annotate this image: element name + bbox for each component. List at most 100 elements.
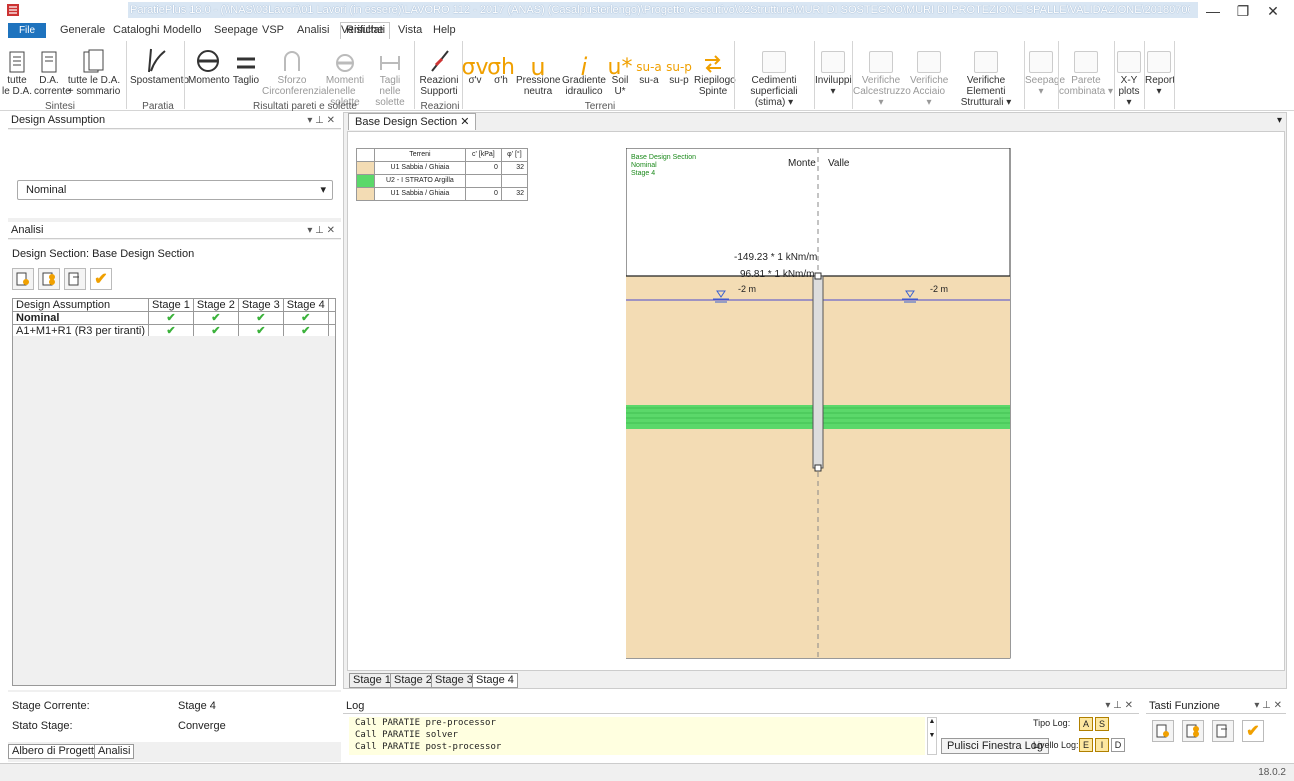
cedimenti-button[interactable]: Cedimenti superficiali (stima) ▾	[736, 43, 812, 108]
tab-stage-2[interactable]: Stage 2	[390, 673, 436, 688]
log-output[interactable]: Call PARATIE pre-processor Call PARATIE …	[349, 717, 925, 755]
menu-risultati[interactable]: Risultati	[346, 24, 385, 36]
run-all-icon[interactable]	[38, 268, 60, 290]
soil-legend: Terreni c' [kPa] φ' [°] U1 Sabbia / Ghiaia…	[356, 148, 529, 201]
menu-cataloghi[interactable]: Cataloghi	[113, 24, 159, 36]
check-icon[interactable]: ✔	[90, 268, 112, 290]
row-name: Nominal	[12, 311, 149, 325]
verifiche-elementi-button[interactable]: Verifiche Elementi Strutturali ▾	[950, 43, 1022, 108]
verifiche-acciaio-button[interactable]: Verifiche Acciaio ▾	[910, 43, 948, 108]
legend-header: φ' [°]	[500, 148, 529, 162]
tab-albero-progetto[interactable]: Albero di Progetto	[8, 744, 105, 759]
sigma-h-button[interactable]: σh σ'h	[487, 43, 515, 87]
livello-e-button[interactable]: E	[1079, 738, 1093, 752]
tutte-da-sommario-button[interactable]: tutte le D.A. + sommario	[66, 43, 122, 97]
minimize-button[interactable]: —	[1198, 2, 1228, 20]
verifiche-cls-button[interactable]: Verifiche Calcestruzzo ▾	[853, 43, 911, 108]
chevron-down-icon[interactable]: ▾	[1277, 115, 1282, 126]
sigma-v-button[interactable]: σv σ'v	[462, 43, 489, 87]
livello-i-button[interactable]: I	[1095, 738, 1109, 752]
check-icon[interactable]: ✔	[1242, 720, 1264, 742]
stage-info: Stage Corrente: Stage 4 Stato Stage: Con…	[8, 692, 341, 742]
panel-pin-close-icon[interactable]: ▾ ⊥ ✕	[307, 222, 335, 239]
menu-file[interactable]: File	[8, 23, 46, 38]
menu-help[interactable]: Help	[433, 24, 456, 36]
tagli-solette-button[interactable]: Tagli nelle solette	[370, 43, 410, 108]
tipo-log-a-button[interactable]: A	[1079, 717, 1093, 731]
reazioni-supporti-button[interactable]: Reazioni Supporti	[418, 43, 460, 97]
group-reazioni: Reazioni	[420, 101, 460, 112]
menu-seepage[interactable]: Seepage	[214, 24, 258, 36]
momento-button[interactable]: Momento	[188, 43, 230, 86]
water-level-left: -2 m	[738, 284, 756, 294]
livello-d-button[interactable]: D	[1111, 738, 1125, 752]
su-a-button[interactable]: su-a su-a	[636, 43, 662, 86]
ribbon: tutte le D.A. D.A. corrente tutte le D.A…	[0, 39, 1294, 112]
table-row[interactable]: Nominal ✔ ✔ ✔ ✔	[12, 311, 337, 325]
da-corrente-button[interactable]: D.A. corrente	[34, 43, 71, 97]
gradiente-idraulico-button[interactable]: i Gradiente idraulico	[562, 43, 606, 97]
moment-label-top: -149.23 * 1 kNm/m	[734, 252, 818, 263]
log-title: Log ▾ ⊥ ✕	[343, 698, 1139, 714]
legend-name: U2 - I STRATO Argilla	[374, 174, 466, 188]
design-assumption-select[interactable]: Nominal ▾	[17, 180, 333, 200]
seepage-button[interactable]: Seepage ▾	[1025, 43, 1065, 97]
run-all-icon[interactable]	[1182, 720, 1204, 742]
legend-header: Terreni	[374, 148, 466, 162]
function-keys-panel: Tasti Funzione ▾ ⊥ ✕ ✔	[1146, 698, 1286, 748]
legend-c: 0	[464, 187, 502, 201]
analisi-panel-title: Analisi ▾ ⊥ ✕	[8, 222, 341, 239]
soil-u-button[interactable]: u* Soil U*	[608, 43, 633, 98]
report-button[interactable]: Report ▾	[1145, 43, 1175, 97]
menu-vsp[interactable]: VSP	[262, 24, 284, 36]
menu-modello[interactable]: Modello	[163, 24, 202, 36]
app-icon[interactable]	[6, 3, 20, 17]
version-label: 18.0.2	[1258, 767, 1286, 778]
menu-generale[interactable]: Generale	[60, 24, 105, 36]
section-canvas[interactable]: Terreni c' [kPa] φ' [°] U1 Sabbia / Ghiaia…	[347, 131, 1285, 671]
menu-vista[interactable]: Vista	[398, 24, 422, 36]
su-p-button[interactable]: su-p su-p	[666, 43, 692, 86]
panel-pin-close-icon[interactable]: ▾ ⊥ ✕	[1105, 698, 1133, 714]
stage-corrente-label: Stage Corrente:	[12, 700, 90, 712]
close-button[interactable]: ✕	[1258, 2, 1288, 20]
run-analysis-icon[interactable]	[12, 268, 34, 290]
group-terreni: Terreni	[584, 101, 616, 112]
panel-pin-close-icon[interactable]: ▾ ⊥ ✕	[307, 112, 335, 129]
tab-stage-3[interactable]: Stage 3	[431, 673, 477, 688]
legend-name: U1 Sabbia / Ghiaia	[374, 161, 466, 175]
legend-phi: 32	[500, 161, 529, 175]
table-header: Design Assumption Stage 1 Stage 2 Stage …	[12, 298, 337, 312]
sforzo-circonferenziale-button[interactable]: Sforzo Circonferenziale	[262, 43, 334, 97]
spostamento-button[interactable]: Spostamento	[130, 43, 189, 86]
restore-button[interactable]: ❐	[1228, 2, 1258, 20]
tab-stage-1[interactable]: Stage 1	[349, 673, 395, 688]
taglio-button[interactable]: Taglio	[230, 43, 262, 86]
inviluppi-button[interactable]: Inviluppi ▾	[815, 43, 852, 97]
document-tab[interactable]: Base Design Section ✕	[348, 113, 477, 130]
tutte-da-button[interactable]: tutte le D.A.	[2, 43, 32, 97]
menu-analisi[interactable]: Analisi	[297, 24, 329, 36]
momenti-solette-button[interactable]: Momenti nelle solette	[322, 43, 368, 108]
separator	[126, 41, 127, 109]
pressione-neutra-button[interactable]: u Pressione neutra	[516, 43, 560, 97]
design-section-label: Design Section: Base Design Section	[12, 248, 195, 260]
stage-corrente-value: Stage 4	[178, 700, 216, 712]
parete-combinata-button[interactable]: Parete combinata ▾	[1059, 43, 1113, 97]
separator	[414, 41, 415, 109]
tab-analisi[interactable]: Analisi	[94, 744, 135, 759]
panel-pin-close-icon[interactable]: ▾ ⊥ ✕	[1254, 698, 1282, 714]
close-icon[interactable]: ✕	[460, 116, 469, 128]
tipo-log-s-button[interactable]: S	[1095, 717, 1109, 731]
run-analysis-icon[interactable]	[1152, 720, 1174, 742]
window-title: ParatiePlus 18.0 - (\\NAS\03Lavori\01 La…	[130, 4, 1190, 16]
log-panel: Log ▾ ⊥ ✕ Call PARATIE pre-processor Cal…	[343, 698, 1139, 760]
riepilogo-spinte-button[interactable]: Riepilogo Spinte	[694, 43, 736, 97]
log-scrollbar[interactable]: ▲ ▼	[927, 717, 937, 755]
run-stage-icon[interactable]	[1212, 720, 1234, 742]
xy-plots-button[interactable]: X-Y plots ▾	[1115, 43, 1143, 108]
analisi-table: Design Assumption Stage 1 Stage 2 Stage …	[12, 298, 337, 338]
run-stage-icon[interactable]	[64, 268, 86, 290]
legend-c: 0	[464, 161, 502, 175]
tab-stage-4[interactable]: Stage 4	[472, 673, 518, 688]
